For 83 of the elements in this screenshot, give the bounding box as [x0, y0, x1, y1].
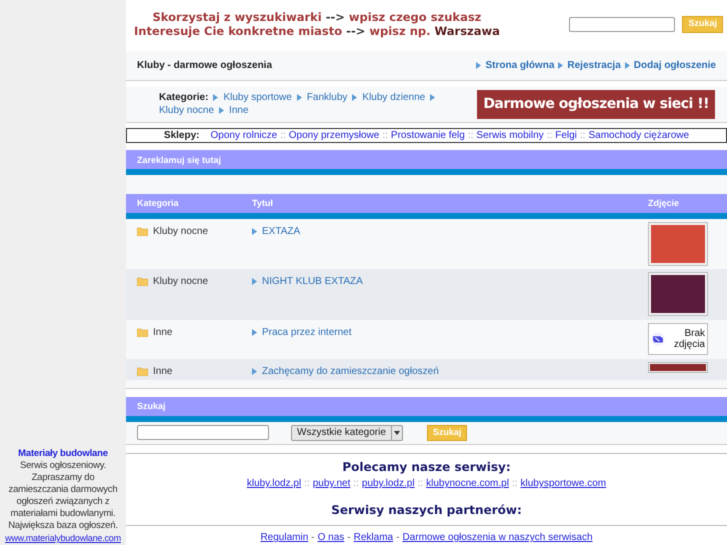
listing-link[interactable]: Zachęcamy do zamieszczanie ogłoszeń	[262, 364, 439, 379]
separator: ::	[468, 129, 474, 144]
promo-text: Warszawa	[434, 24, 500, 38]
promo-text: wpisz np.	[369, 24, 430, 38]
no-photo-text: Brak zdjęcia	[672, 328, 705, 350]
separator: ::	[382, 129, 388, 144]
caret-icon	[394, 430, 400, 435]
arrow-icon	[624, 62, 630, 69]
footer-link[interactable]: kluby.lodz.pl	[246, 476, 302, 491]
promo-text: -->	[346, 24, 366, 38]
listing-link[interactable]: NIGHT KLUB EXTAZA	[262, 274, 363, 289]
nav-link[interactable]: Dodaj ogłoszenie	[634, 58, 716, 73]
footer-link[interactable]: klubysportowe.com	[520, 476, 606, 491]
banner: Darmowe ogłoszenia w sieci !!	[477, 90, 715, 119]
category-select[interactable]: Wszystkie kategorie	[291, 424, 403, 441]
separator: ::	[353, 477, 359, 491]
category-link[interactable]: Inne	[229, 104, 249, 118]
arrow-icon	[558, 62, 564, 69]
category-link[interactable]: Kluby nocne	[159, 104, 214, 118]
shop-link[interactable]: Prostowanie felg	[390, 128, 465, 144]
category-cell-text: Inne	[153, 326, 172, 340]
separator: -	[311, 531, 315, 545]
promo-text: -->	[326, 10, 345, 24]
sidebar-title[interactable]: Materiały budowlane	[18, 448, 108, 460]
search-field[interactable]	[569, 16, 676, 32]
page-title: Kluby - darmowe ogłoszenia	[137, 58, 272, 73]
sidebar-link[interactable]: www.materialybudowlane.com	[5, 532, 121, 544]
category-cell-text: Kluby nocne	[153, 224, 208, 239]
arrow-icon	[252, 228, 257, 235]
listing-link[interactable]: Praca przez internet	[262, 324, 352, 340]
shop-link[interactable]: Felgi	[555, 128, 577, 144]
footer-link[interactable]: puby.net	[312, 476, 350, 491]
arrow-icon	[252, 368, 257, 375]
category-cell-text: Kluby nocne	[153, 274, 208, 289]
promo-text: Interesuje Cie konkretne miasto	[134, 24, 342, 38]
arrow-icon	[252, 328, 257, 336]
column-header: Tytuł	[252, 197, 274, 210]
shop-link[interactable]: Samochody ciężarowe	[588, 128, 690, 144]
nav-link[interactable]: Rejestracja	[567, 58, 621, 73]
folder-icon	[137, 226, 148, 236]
folder-icon	[137, 366, 148, 376]
separator: -	[347, 531, 351, 545]
footer-heading: Serwisy naszych partnerów:	[331, 502, 522, 519]
shop-link[interactable]: Serwis mobilny	[476, 128, 544, 144]
shop-link[interactable]: Opony rolnicze	[210, 128, 278, 144]
categories-label: Kategorie:	[159, 91, 208, 104]
column-header: Zdjęcie	[648, 197, 680, 210]
listing-link[interactable]: EXTAZA	[262, 224, 300, 239]
separator: -	[396, 531, 400, 545]
separator: ::	[418, 477, 424, 491]
folder-icon	[137, 276, 148, 286]
folder-icon	[137, 328, 148, 337]
separator: ::	[580, 129, 586, 144]
column-header: Kategoria	[137, 197, 180, 210]
footer-link[interactable]: puby.lodz.pl	[362, 476, 415, 491]
search-field[interactable]	[137, 425, 269, 440]
footer-link[interactable]: Reklama	[354, 530, 394, 545]
separator: ::	[304, 477, 310, 491]
sidebar-text: Serwis ogłoszeniowy. Zapraszamy do zamieszczania darmowych ogłoszeń związanych z materiałami budowlanymi. Największa baza ogłoszeń.	[7, 460, 119, 532]
footer-link[interactable]: Regulamin	[260, 530, 308, 545]
arrow-icon	[430, 94, 436, 102]
nav-link[interactable]: Strona główna	[485, 58, 554, 73]
arrow-icon	[352, 94, 358, 102]
promo-text: wpisz czego szukasz	[348, 10, 482, 24]
section-title: Szukaj	[137, 400, 166, 414]
arrow-icon	[476, 62, 482, 69]
separator: ::	[546, 129, 552, 144]
footer-heading: Polecamy nasze serwisy:	[342, 459, 511, 476]
category-link[interactable]: Kluby dzienne	[362, 91, 426, 104]
category-link[interactable]: Fankluby	[306, 91, 348, 104]
section-title: Zareklamuj się tutaj	[137, 154, 222, 167]
footer-link[interactable]: klubynocne.com.pl	[426, 476, 509, 491]
category-link[interactable]: Kluby sportowe	[223, 91, 292, 104]
footer-link[interactable]: O nas	[318, 530, 344, 545]
shop-link[interactable]: Opony przemysłowe	[288, 128, 380, 144]
promo-text: Skorzystaj z wyszukiwarki	[152, 10, 322, 24]
shops-label: Sklepy:	[164, 129, 200, 144]
separator: ::	[280, 129, 286, 144]
arrow-icon	[296, 94, 302, 102]
arrow-icon	[252, 278, 257, 285]
footer-link[interactable]: Darmowe ogłoszenia w naszych serwisach	[402, 530, 593, 545]
category-cell-text: Inne	[153, 364, 172, 379]
separator: ::	[512, 477, 518, 491]
